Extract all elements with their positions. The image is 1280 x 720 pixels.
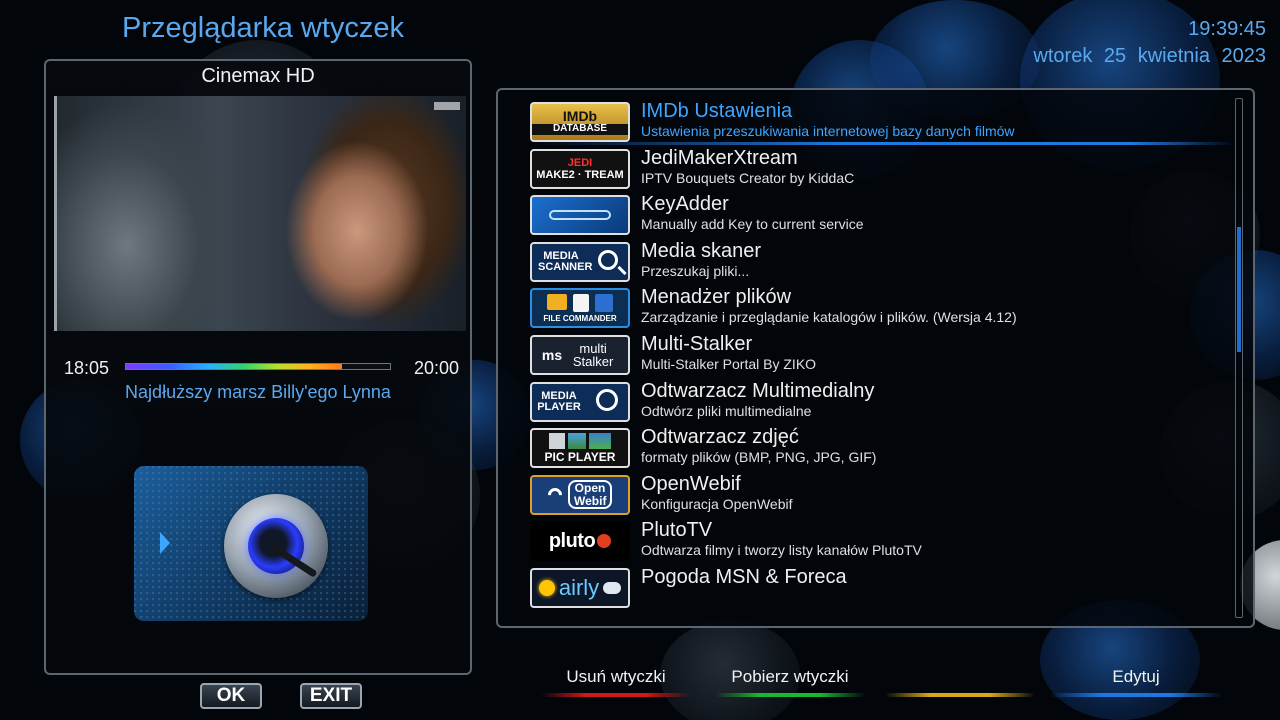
blue-key-edit[interactable]: Edytuj [1050, 667, 1222, 707]
date: wtorek 25 kwietnia 2023 [1033, 45, 1266, 67]
plugin-name: Media skaner [641, 239, 762, 262]
plugin-name: JediMakerXtream [641, 146, 798, 169]
plugin-name: Pogoda MSN & Foreca [641, 565, 847, 588]
plugin-description: Ustawienia przeszukiwania internetowej b… [641, 123, 1015, 139]
plug-socket-icon [224, 494, 328, 598]
plugin-list: IMDb DATABASE IMDb Ustawienia Ustawienia… [530, 100, 1235, 613]
plugin-browser-icon [134, 466, 368, 621]
pic-player-icon: PIC PLAYER [530, 428, 630, 469]
plugin-item-openwebif[interactable]: Open Webif OpenWebif Konfiguracja OpenWe… [530, 473, 1230, 520]
blue-key-bar [1050, 693, 1222, 697]
plugin-name: Menadżer plików [641, 286, 792, 309]
plugin-description: Konfiguracja OpenWebif [641, 495, 793, 512]
green-key-bar [715, 693, 865, 697]
progress-fill [126, 364, 343, 369]
media-player-icon: MEDIA PLAYER [530, 381, 630, 422]
yellow-key[interactable] [885, 667, 1035, 707]
media-scanner-icon: MEDIA SCANNER [530, 241, 630, 282]
green-key-download-plugins[interactable]: Pobierz wtyczki [715, 667, 865, 707]
exit-button[interactable]: EXIT [300, 683, 362, 709]
program-end-time: 20:00 [413, 358, 459, 378]
plugin-description: Zarządzanie i przeglądanie katalogów i p… [641, 309, 1017, 326]
jedimaker-xtream-icon: JEDI MAKE2 · TREAM [530, 148, 630, 189]
scrollbar-thumb[interactable] [1237, 227, 1241, 352]
channel-watermark-icon [434, 102, 460, 110]
red-key-bar [541, 693, 691, 697]
plugin-description: Manually add Key to current service [641, 216, 864, 233]
plugin-list-panel: IMDb DATABASE IMDb Ustawienia Ustawienia… [496, 88, 1255, 628]
plugin-item-picture-player[interactable]: PIC PLAYER Odtwarzacz zdjęć formaty plik… [530, 426, 1230, 473]
airly-weather-icon: airly [530, 567, 630, 608]
channel-name: Cinemax HD [201, 65, 315, 87]
clock: 19:39:45 [1188, 18, 1266, 40]
plugin-description: formaty plików (BMP, PNG, JPG, GIF) [641, 449, 877, 466]
plugin-description: Przeszukaj pliki... [641, 262, 750, 279]
plugin-item-media-player[interactable]: MEDIA PLAYER Odtwarzacz Multimedialny Od… [530, 380, 1230, 427]
plugin-description: Odtwarza filmy i tworzy listy kanałów Pl… [641, 542, 922, 559]
plugin-item-media-scanner[interactable]: MEDIA SCANNER Media skaner Przeszukaj pl… [530, 240, 1230, 287]
plugin-description: IPTV Bouquets Creator by KiddaC [641, 169, 855, 186]
plugin-name: PlutoTV [641, 519, 713, 542]
plugin-item-weather[interactable]: airly Pogoda MSN & Foreca [530, 566, 1230, 613]
screen-title: Przeglądarka wtyczek [122, 12, 405, 44]
yellow-key-bar [885, 693, 1035, 697]
program-start-time: 18:05 [64, 358, 110, 378]
red-key-delete-plugins[interactable]: Usuń wtyczki [541, 667, 691, 707]
plugin-description: Multi-Stalker Portal By ZIKO [641, 355, 817, 372]
plugin-description: Odtwórz pliki multimedialne [641, 402, 812, 419]
ok-button[interactable]: OK [200, 683, 262, 709]
pluto-tv-icon: pluto [530, 521, 630, 562]
plugin-item-imdb[interactable]: IMDb DATABASE IMDb Ustawienia Ustawienia… [530, 100, 1235, 147]
plugin-item-jedimakerxtream[interactable]: JEDI MAKE2 · TREAM JediMakerXtream IPTV … [530, 147, 1230, 194]
file-commander-icon: FILE COMMANDER [530, 288, 630, 329]
video-preview [54, 96, 466, 331]
progress-bar [125, 363, 391, 370]
plugin-item-file-manager[interactable]: FILE COMMANDER Menadżer plików Zarządzan… [530, 286, 1230, 333]
key-icon [530, 195, 630, 236]
program-title: Najdłuższy marsz Billy'ego Lynna [125, 382, 391, 402]
plugin-name: IMDb Ustawienia [641, 100, 793, 122]
plugin-name: Multi-Stalker [641, 332, 753, 355]
imdb-database-icon: IMDb DATABASE [530, 102, 630, 142]
plugin-name: KeyAdder [641, 193, 729, 216]
plugin-item-plutotv[interactable]: pluto PlutoTV Odtwarza filmy i tworzy li… [530, 519, 1230, 566]
plugin-item-keyadder[interactable]: KeyAdder Manually add Key to current ser… [530, 193, 1230, 240]
openwebif-icon: Open Webif [530, 474, 630, 515]
plugin-name: OpenWebif [641, 472, 741, 495]
program-progress: 18:05 20:00 [64, 358, 459, 380]
preview-panel: Cinemax HD 18:05 20:00 Najdłuższy marsz … [44, 59, 472, 675]
multi-stalker-icon: ms multi Stalker [530, 334, 630, 375]
plugin-item-multi-stalker[interactable]: ms multi Stalker Multi-Stalker Multi-Sta… [530, 333, 1230, 380]
plugin-name: Odtwarzacz Multimedialny [641, 379, 875, 402]
arrow-right-icon [160, 532, 170, 554]
plugin-name: Odtwarzacz zdjęć [641, 426, 799, 449]
list-scrollbar[interactable] [1235, 98, 1243, 618]
